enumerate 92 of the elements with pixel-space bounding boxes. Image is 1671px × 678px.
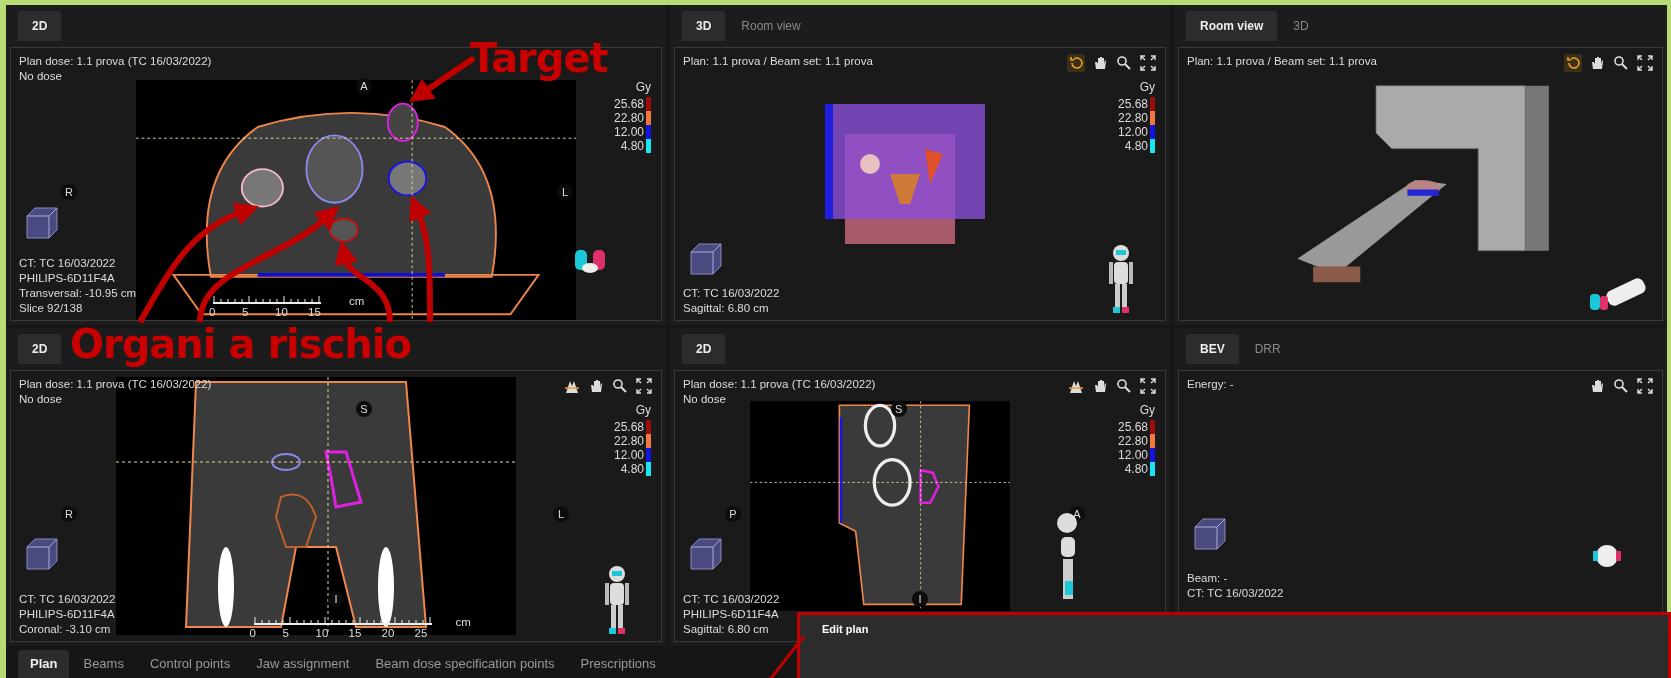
legend-value: 22.80 [613,434,644,448]
scale-label: 20 [381,627,396,639]
overlay-text: Plan dose: 1.1 prova (TC 16/03/2022) [19,54,212,69]
figure-icon [603,565,631,635]
cube-icon [25,206,59,240]
legend-value: 12.00 [613,125,644,139]
expand-icon[interactable] [1636,54,1654,72]
overlay-text: PHILIPS-6D11F4A [683,607,780,622]
cube-icon [689,242,723,276]
overlay-text: Transversal: -10.95 cm [19,286,137,301]
overlay-text: Plan: 1.1 prova / Beam set: 1.1 prova [683,54,873,69]
plan-tab[interactable]: Jaw assignment [244,650,362,678]
plan-tab[interactable]: Plan [18,650,70,678]
zoom-icon[interactable] [1612,54,1630,72]
legend-unit: Gy [635,403,651,417]
overlay-text: Plan dose: 1.1 prova (TC 16/03/2022) [683,377,876,392]
orientation-label: R [61,506,77,522]
view-tab[interactable]: Room view [1186,11,1278,41]
figure-icon [1107,244,1135,314]
view-tab[interactable]: 2D [18,11,62,41]
plan-tab[interactable]: Control points [137,650,243,678]
legend-value: 22.80 [613,111,644,125]
annotation-text: Organi a rischio [70,322,411,366]
expand-icon[interactable] [635,377,653,395]
legend-value: 12.00 [613,448,644,462]
rotate-icon[interactable] [1564,54,1582,72]
expand-icon[interactable] [1636,377,1654,395]
scale-unit: cm [349,296,365,306]
overlay-text: Sagittal: 6.80 cm [683,622,770,637]
expand-icon[interactable] [1139,54,1157,72]
legend-value: 25.68 [1117,97,1148,111]
legend-value: 4.80 [620,139,644,153]
dialog-title: Edit plan [821,622,870,635]
overlay-text: PHILIPS-6D11F4A [19,271,116,286]
overlay-text: Sagittal: 6.80 cm [683,301,770,316]
overlay-text: CT: TC 16/03/2022 [683,286,780,301]
overlay-text: No dose [19,69,63,84]
scale-label: 25 [414,627,429,639]
overlay-text: CT: TC 16/03/2022 [19,592,116,607]
zoom-icon[interactable] [1115,54,1133,72]
annotation-text: Target [470,36,608,80]
scale-label: 15 [348,627,363,639]
overlay-text: CT: TC 16/03/2022 [19,256,117,271]
plan-tab[interactable]: Beams [71,650,136,678]
scale-unit: cm [455,617,471,627]
zoom-icon[interactable] [1612,377,1630,395]
legend-value: 22.80 [1117,111,1148,125]
expand-icon[interactable] [1139,377,1157,395]
overlay-text: Beam: - [1187,571,1229,586]
cube-icon [1193,517,1227,551]
legend-unit: Gy [1139,80,1155,94]
zoom-icon[interactable] [611,377,629,395]
scale-label: 0 [249,627,257,639]
scale-label: 5 [282,627,290,639]
legend-value: 25.68 [613,97,644,111]
legend-value: 4.80 [1124,462,1148,476]
legend-value: 22.80 [1117,434,1148,448]
view-tab[interactable]: 3D [682,11,726,41]
overlay-text: Plan: 1.1 prova / Beam set: 1.1 prova [1187,54,1377,69]
plan-tab[interactable]: Beam dose specification points [363,650,567,678]
overlay-text: Slice 92/138 [19,301,84,316]
scale-label: 10 [315,627,330,639]
legend-value: 4.80 [620,462,644,476]
overlay-text: Coronal: -3.10 cm [19,622,112,637]
overlay-text: Energy: - [1187,377,1234,392]
overlay-text: PHILIPS-6D11F4A [19,607,116,622]
plan-tab[interactable]: Prescriptions [568,650,668,678]
orientation-label: R [61,184,77,200]
orientation-label: A [356,78,372,94]
view-tab[interactable]: 2D [682,334,726,364]
legend-value: 12.00 [1117,448,1148,462]
view-tab[interactable]: 2D [18,334,62,364]
legend-value: 25.68 [613,420,644,434]
legend-unit: Gy [1139,403,1155,417]
rotate-icon[interactable] [1067,54,1085,72]
overlay-text: CT: TC 16/03/2022 [683,592,780,607]
overlay-text: No dose [683,392,727,407]
legend-value: 25.68 [1117,420,1148,434]
overlay-text: No dose [19,392,63,407]
legend-unit: Gy [635,80,651,94]
view-tab[interactable]: 3D [1279,11,1323,41]
overlay-text: CT: TC 16/03/2022 [1187,586,1284,601]
zoom-icon[interactable] [1115,377,1133,395]
legend-value: 4.80 [1124,139,1148,153]
cube-icon [689,537,723,571]
view-tab[interactable]: DRR [1240,334,1295,364]
view-tab[interactable]: Room view [727,11,815,41]
orientation-label: L [553,506,569,522]
orientation-label: P [725,506,741,522]
legend-value: 12.00 [1117,125,1148,139]
view-tab[interactable]: BEV [1186,334,1239,364]
cube-icon [25,537,59,571]
